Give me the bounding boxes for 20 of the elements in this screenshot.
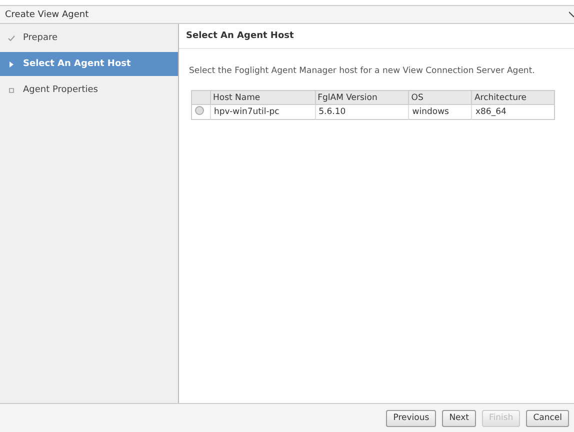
table-cell: hpv-win7util-pc — [210, 104, 316, 120]
table-cell: 5.6.10 — [315, 104, 409, 120]
step-item[interactable]: Agent Properties — [0, 80, 178, 100]
description-text: Select the Foglight Agent Manager host for a new View Connection Server Agent. — [188, 65, 536, 76]
column-header: OS — [408, 90, 472, 104]
table-cell: x86_64 — [472, 104, 554, 120]
column-header: Host Name — [210, 90, 316, 104]
square-icon — [8, 86, 15, 94]
check-icon — [8, 34, 15, 42]
window-title: Create View Agent — [5, 10, 89, 20]
radio-button[interactable] — [195, 106, 204, 115]
table-cell: windows — [408, 104, 472, 120]
column-header: FglAM Version — [315, 90, 409, 104]
step-item[interactable]: Prepare — [0, 28, 178, 48]
triangle-icon — [8, 60, 15, 68]
dialog-button[interactable]: Previous — [386, 410, 436, 426]
panel-heading: Select An Agent Host — [179, 24, 574, 49]
column-header: Architecture — [472, 90, 554, 104]
dialog-button[interactable]: Cancel — [526, 410, 569, 426]
dialog-button[interactable]: Next — [442, 410, 476, 426]
